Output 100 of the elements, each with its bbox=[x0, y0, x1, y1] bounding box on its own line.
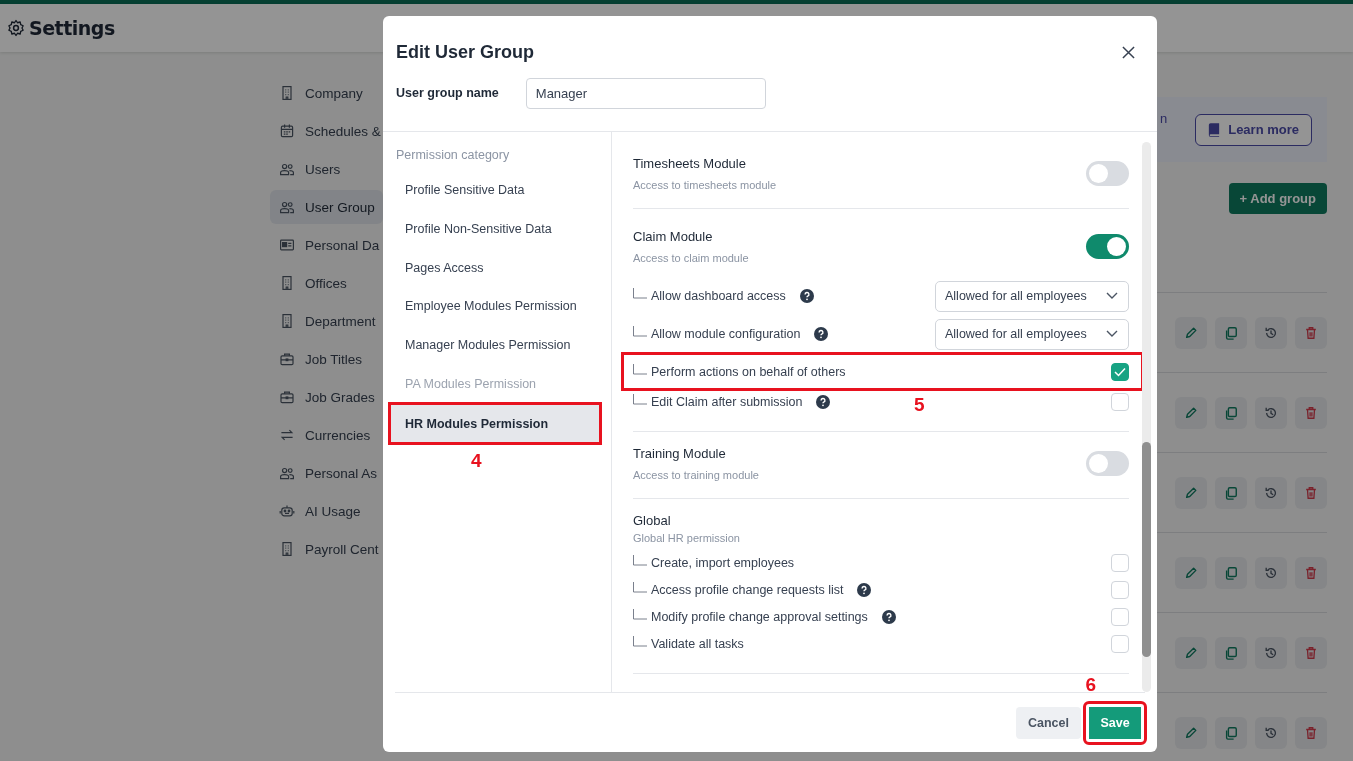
field-label: User group name bbox=[396, 86, 499, 100]
briefcase-icon bbox=[279, 351, 295, 367]
permission-label: Allow dashboard access bbox=[651, 289, 786, 303]
settings-nav-item[interactable]: Department bbox=[270, 304, 383, 338]
module-title: Claim Module bbox=[633, 228, 714, 246]
edit-button[interactable] bbox=[1175, 396, 1207, 429]
history-button[interactable] bbox=[1255, 316, 1287, 349]
people-icon bbox=[279, 199, 295, 215]
settings-nav-item[interactable]: Currencies bbox=[270, 418, 383, 452]
history-icon bbox=[1264, 405, 1278, 420]
copy-icon bbox=[1224, 725, 1238, 740]
tree-branch-icon bbox=[633, 635, 647, 648]
copy-icon bbox=[1224, 645, 1238, 660]
pencil-icon bbox=[1184, 405, 1198, 420]
delete-button[interactable] bbox=[1295, 396, 1327, 429]
close-icon bbox=[1122, 45, 1135, 59]
settings-nav-item[interactable]: Job Grades bbox=[270, 380, 383, 414]
delete-button[interactable] bbox=[1295, 316, 1327, 349]
cancel-button[interactable]: Cancel bbox=[1016, 706, 1081, 739]
copy-icon bbox=[1224, 485, 1238, 500]
check-icon bbox=[1114, 366, 1126, 377]
pencil-icon bbox=[1184, 325, 1198, 340]
briefcase-icon bbox=[279, 389, 295, 405]
history-button[interactable] bbox=[1255, 716, 1287, 749]
module-description: Global HR permission bbox=[633, 531, 740, 545]
duplicate-button[interactable] bbox=[1215, 316, 1247, 349]
permission-label: Access profile change requests list bbox=[651, 582, 844, 597]
toggle-switch[interactable] bbox=[1086, 233, 1129, 259]
banner-text: n bbox=[1160, 111, 1168, 126]
toggle-switch[interactable] bbox=[1086, 160, 1129, 186]
page-title: Settings bbox=[29, 17, 115, 39]
save-button[interactable]: Save bbox=[1086, 703, 1144, 742]
step-number: 5 bbox=[914, 395, 925, 415]
history-button[interactable] bbox=[1255, 636, 1287, 669]
category-item[interactable]: Pages Access bbox=[391, 248, 599, 288]
delete-button[interactable] bbox=[1295, 556, 1327, 589]
book-icon bbox=[1208, 122, 1221, 137]
duplicate-button[interactable] bbox=[1215, 636, 1247, 669]
category-item[interactable]: Profile Sensitive Data bbox=[391, 171, 599, 210]
settings-icon bbox=[7, 19, 25, 37]
tree-branch-icon bbox=[633, 288, 647, 300]
trash-icon bbox=[1304, 565, 1318, 580]
calendar-icon bbox=[279, 123, 295, 139]
delete-button[interactable] bbox=[1295, 636, 1327, 669]
history-button[interactable] bbox=[1255, 556, 1287, 589]
duplicate-button[interactable] bbox=[1215, 716, 1247, 749]
edit-button[interactable] bbox=[1175, 716, 1207, 749]
access-dropdown[interactable]: Allowed for all employees bbox=[935, 280, 1129, 312]
duplicate-button[interactable] bbox=[1215, 476, 1247, 509]
settings-nav-item[interactable]: Personal Da bbox=[270, 228, 383, 262]
settings-nav-item[interactable]: AI Usage bbox=[270, 494, 383, 528]
tree-branch-icon bbox=[633, 363, 647, 376]
permission-label: Edit Claim after submission bbox=[651, 394, 803, 409]
duplicate-button[interactable] bbox=[1215, 556, 1247, 589]
history-button[interactable] bbox=[1255, 396, 1287, 429]
tree-branch-icon bbox=[633, 554, 647, 567]
module-description: Access to timesheets module bbox=[633, 178, 777, 192]
checkbox[interactable] bbox=[1111, 362, 1129, 381]
group-name-field[interactable]: Manager bbox=[525, 77, 766, 109]
access-dropdown[interactable]: Allowed for all employees bbox=[935, 318, 1129, 350]
step-number: 4 bbox=[471, 450, 482, 473]
duplicate-button[interactable] bbox=[1215, 396, 1247, 429]
tree-branch-icon bbox=[633, 608, 647, 621]
permission-label: Validate all tasks bbox=[651, 636, 744, 651]
history-icon bbox=[1264, 485, 1278, 500]
settings-nav-item[interactable]: Payroll Cent bbox=[270, 532, 383, 566]
category-item[interactable]: HR Modules Permission bbox=[391, 405, 599, 443]
toggle-switch[interactable] bbox=[1086, 450, 1129, 476]
settings-nav-item[interactable]: Job Titles bbox=[270, 342, 383, 376]
chevron-down-icon bbox=[1106, 330, 1118, 338]
settings-nav-item[interactable]: User Group bbox=[270, 190, 383, 224]
learn-more-button[interactable]: Learn more bbox=[1195, 113, 1312, 146]
add-group-button[interactable]: + Add group bbox=[1228, 183, 1327, 214]
scrollbar[interactable] bbox=[1142, 142, 1151, 692]
history-button[interactable] bbox=[1255, 476, 1287, 509]
tree-branch-icon bbox=[633, 393, 647, 406]
settings-nav-item[interactable]: Schedules & bbox=[270, 114, 383, 148]
pencil-icon bbox=[1184, 725, 1198, 740]
category-item[interactable]: Profile Non-Sensitive Data bbox=[391, 209, 599, 249]
delete-button[interactable] bbox=[1295, 476, 1327, 509]
edit-button[interactable] bbox=[1175, 636, 1207, 669]
module-title: Global bbox=[633, 512, 672, 530]
settings-nav-item[interactable]: Personal As bbox=[270, 456, 383, 490]
edit-button[interactable] bbox=[1175, 316, 1207, 349]
pencil-icon bbox=[1184, 565, 1198, 580]
edit-button[interactable] bbox=[1175, 556, 1207, 589]
permission-label: Create, import employees bbox=[651, 555, 795, 570]
delete-button[interactable] bbox=[1295, 716, 1327, 749]
close-button[interactable] bbox=[1120, 43, 1137, 61]
module-title: Training Module bbox=[633, 445, 727, 463]
id-card-icon bbox=[279, 237, 295, 253]
building-icon bbox=[279, 541, 295, 557]
tree-branch-icon bbox=[633, 581, 647, 594]
category-item[interactable]: Employee Modules Permission bbox=[391, 287, 599, 326]
category-item[interactable]: Manager Modules Permission bbox=[391, 325, 599, 365]
settings-nav-item[interactable]: Offices bbox=[270, 266, 383, 300]
settings-nav-item[interactable]: Company bbox=[270, 76, 383, 110]
settings-nav-item[interactable]: Users bbox=[270, 152, 383, 186]
copy-icon bbox=[1224, 565, 1238, 580]
edit-button[interactable] bbox=[1175, 476, 1207, 509]
